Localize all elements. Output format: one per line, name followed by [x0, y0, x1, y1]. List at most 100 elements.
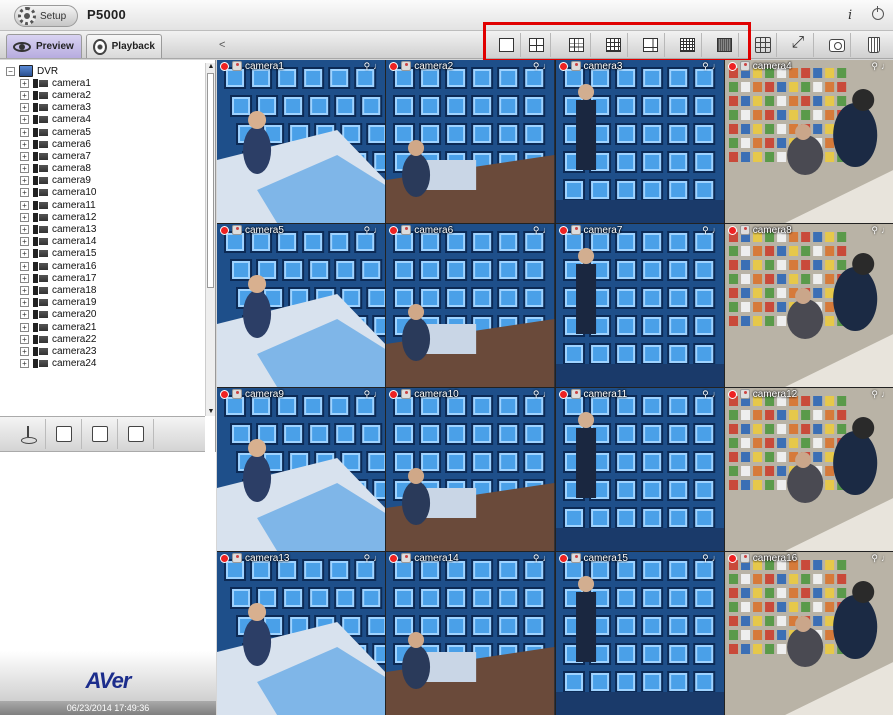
- camera-tile[interactable]: camera14 ⚲ ♩: [386, 552, 555, 715]
- expand-toggle-icon[interactable]: +: [20, 103, 29, 113]
- expand-toggle-icon[interactable]: +: [20, 261, 29, 271]
- power-icon[interactable]: [872, 6, 884, 20]
- tree-camera-item[interactable]: + camera19: [0, 297, 205, 309]
- expand-toggle-icon[interactable]: +: [20, 200, 29, 210]
- camera-tile[interactable]: camera13 ⚲ ♩: [217, 552, 386, 715]
- speaker-icon[interactable]: ♩: [712, 61, 721, 71]
- tree-camera-item[interactable]: + camera13: [0, 223, 205, 235]
- fullscreen-button[interactable]: [786, 33, 814, 57]
- collapse-sidebar-button[interactable]: <: [219, 39, 225, 51]
- expand-toggle-icon[interactable]: +: [20, 285, 29, 295]
- speaker-icon[interactable]: ♩: [712, 225, 721, 235]
- info-icon[interactable]: i: [848, 8, 852, 23]
- expand-toggle-icon[interactable]: +: [20, 115, 29, 125]
- expand-toggle-icon[interactable]: +: [20, 176, 29, 186]
- custom-layout-button[interactable]: [749, 33, 777, 57]
- speaker-icon[interactable]: ♩: [881, 389, 890, 399]
- microphone-icon[interactable]: ⚲: [533, 225, 540, 236]
- camera-tile[interactable]: camera5 ⚲ ♩: [217, 224, 386, 387]
- tree-camera-item[interactable]: + camera16: [0, 260, 205, 272]
- camera-tile[interactable]: camera2 ⚲ ♩: [386, 60, 555, 223]
- microphone-icon[interactable]: ⚲: [364, 553, 371, 564]
- speaker-icon[interactable]: ♩: [373, 61, 382, 71]
- tab-preview[interactable]: Preview: [6, 34, 82, 58]
- playback-search-button[interactable]: [46, 419, 82, 449]
- tree-camera-item[interactable]: + camera8: [0, 163, 205, 175]
- tree-camera-item[interactable]: + camera3: [0, 102, 205, 114]
- camera-tile[interactable]: camera12 ⚲ ♩: [724, 388, 893, 551]
- expand-toggle-icon[interactable]: +: [20, 139, 29, 149]
- setup-button[interactable]: Setup: [14, 5, 78, 27]
- tree-camera-item[interactable]: + camera6: [0, 138, 205, 150]
- expand-toggle-icon[interactable]: +: [20, 225, 29, 235]
- sos-button[interactable]: [82, 419, 118, 449]
- tree-camera-item[interactable]: + camera20: [0, 309, 205, 321]
- microphone-icon[interactable]: ⚲: [364, 389, 371, 400]
- speaker-icon[interactable]: ♩: [543, 225, 552, 235]
- tree-camera-item[interactable]: + camera10: [0, 187, 205, 199]
- expand-toggle-icon[interactable]: +: [20, 359, 29, 369]
- collapse-toggle-icon[interactable]: −: [6, 66, 15, 76]
- tree-camera-item[interactable]: + camera23: [0, 345, 205, 357]
- expand-toggle-icon[interactable]: +: [20, 188, 29, 198]
- camera-tile[interactable]: camera4 ⚲ ♩: [724, 60, 893, 223]
- microphone-icon[interactable]: ⚲: [702, 61, 709, 72]
- microphone-icon[interactable]: ⚲: [533, 61, 540, 72]
- camera-tile[interactable]: camera9 ⚲ ♩: [217, 388, 386, 551]
- tree-camera-item[interactable]: + camera21: [0, 321, 205, 333]
- speaker-icon[interactable]: ♩: [543, 61, 552, 71]
- tree-camera-item[interactable]: + camera9: [0, 175, 205, 187]
- microphone-icon[interactable]: ⚲: [871, 225, 878, 236]
- expand-toggle-icon[interactable]: +: [20, 273, 29, 283]
- tree-camera-item[interactable]: + camera7: [0, 150, 205, 162]
- microphone-icon[interactable]: ⚲: [364, 61, 371, 72]
- expand-toggle-icon[interactable]: +: [20, 310, 29, 320]
- microphone-icon[interactable]: ⚲: [533, 553, 540, 564]
- speaker-icon[interactable]: ♩: [543, 553, 552, 563]
- expand-toggle-icon[interactable]: +: [20, 78, 29, 88]
- tree-camera-item[interactable]: + camera15: [0, 248, 205, 260]
- microphone-icon[interactable]: ⚲: [533, 389, 540, 400]
- tree-camera-item[interactable]: + camera12: [0, 211, 205, 223]
- camera-tile[interactable]: camera10 ⚲ ♩: [386, 388, 555, 551]
- camera-tile[interactable]: camera6 ⚲ ♩: [386, 224, 555, 387]
- tree-camera-item[interactable]: + camera22: [0, 333, 205, 345]
- tree-camera-item[interactable]: + camera14: [0, 236, 205, 248]
- camera-tile[interactable]: camera8 ⚲ ♩: [724, 224, 893, 387]
- speaker-icon[interactable]: ♩: [543, 389, 552, 399]
- expand-toggle-icon[interactable]: +: [20, 322, 29, 332]
- expand-toggle-icon[interactable]: +: [20, 212, 29, 222]
- expand-toggle-icon[interactable]: +: [20, 334, 29, 344]
- microphone-icon[interactable]: ⚲: [702, 553, 709, 564]
- speaker-icon[interactable]: ♩: [881, 61, 890, 71]
- tab-playback[interactable]: Playback: [86, 34, 162, 58]
- delete-button[interactable]: [860, 33, 888, 57]
- tree-scrollbar[interactable]: ▲ ▼: [205, 63, 215, 416]
- snapshot-button[interactable]: [823, 33, 851, 57]
- tree-root[interactable]: − DVR: [0, 65, 205, 78]
- scroll-down-icon[interactable]: ▼: [207, 408, 215, 416]
- expand-toggle-icon[interactable]: +: [20, 151, 29, 161]
- expand-toggle-icon[interactable]: +: [20, 346, 29, 356]
- microphone-icon[interactable]: ⚲: [364, 225, 371, 236]
- speaker-icon[interactable]: ♩: [712, 553, 721, 563]
- expand-toggle-icon[interactable]: +: [20, 249, 29, 259]
- expand-toggle-icon[interactable]: +: [20, 237, 29, 247]
- pos-button[interactable]: [118, 419, 154, 449]
- tree-camera-item[interactable]: + camera24: [0, 358, 205, 370]
- tree-camera-item[interactable]: + camera2: [0, 89, 205, 101]
- microphone-icon[interactable]: ⚲: [702, 389, 709, 400]
- microphone-icon[interactable]: ⚲: [871, 553, 878, 564]
- camera-tile[interactable]: camera15 ⚲ ♩: [555, 552, 724, 715]
- speaker-icon[interactable]: ♩: [373, 553, 382, 563]
- expand-toggle-icon[interactable]: +: [20, 164, 29, 174]
- camera-tile[interactable]: camera1 ⚲ ♩: [217, 60, 386, 223]
- speaker-icon[interactable]: ♩: [373, 225, 382, 235]
- expand-toggle-icon[interactable]: +: [20, 127, 29, 137]
- microphone-icon[interactable]: ⚲: [871, 61, 878, 72]
- camera-tile[interactable]: camera11 ⚲ ♩: [555, 388, 724, 551]
- tree-camera-item[interactable]: + camera5: [0, 126, 205, 138]
- speaker-icon[interactable]: ♩: [712, 389, 721, 399]
- microphone-icon[interactable]: ⚲: [702, 225, 709, 236]
- expand-toggle-icon[interactable]: +: [20, 298, 29, 308]
